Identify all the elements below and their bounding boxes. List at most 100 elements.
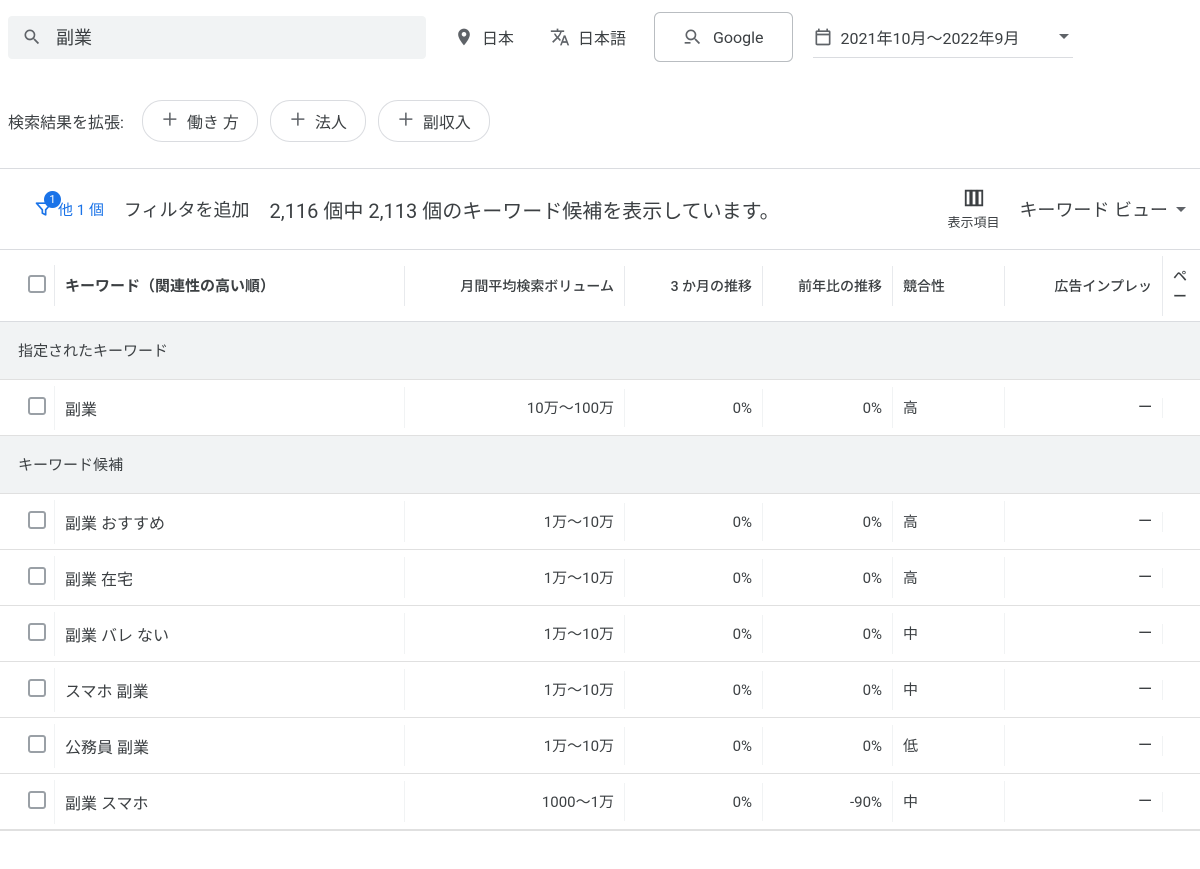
select-all-checkbox[interactable] bbox=[28, 275, 46, 293]
td-trend3m: 0% bbox=[624, 615, 762, 653]
td-page bbox=[1162, 568, 1200, 588]
td-page bbox=[1162, 792, 1200, 812]
td-page bbox=[1162, 736, 1200, 756]
columns-icon bbox=[961, 187, 987, 209]
td-competition: 中 bbox=[892, 613, 1004, 654]
th-checkbox bbox=[0, 265, 54, 307]
row-checkbox[interactable] bbox=[28, 623, 46, 641]
td-yoy: 0% bbox=[762, 503, 892, 541]
row-checkbox[interactable] bbox=[28, 679, 46, 697]
td-yoy: 0% bbox=[762, 559, 892, 597]
td-volume: 1万～10万 bbox=[404, 725, 624, 766]
td-checkbox bbox=[0, 781, 54, 823]
td-competition: 低 bbox=[892, 725, 1004, 766]
td-keyword: 副業 スマホ bbox=[54, 780, 404, 824]
td-checkbox bbox=[0, 613, 54, 655]
td-adimp: — bbox=[1004, 557, 1162, 598]
table-row[interactable]: スマホ 副業1万～10万0%0%中— bbox=[0, 662, 1200, 718]
date-range-label: 2021年10月～2022年9月 bbox=[841, 25, 1020, 49]
table-row[interactable]: 副業10万～100万0%0%高— bbox=[0, 380, 1200, 436]
td-yoy: 0% bbox=[762, 615, 892, 653]
td-keyword: 副業 バレ ない bbox=[54, 612, 404, 656]
td-checkbox bbox=[0, 725, 54, 767]
th-competition[interactable]: 競合性 bbox=[892, 266, 1004, 306]
td-page bbox=[1162, 398, 1200, 418]
td-keyword: 副業 おすすめ bbox=[54, 500, 404, 544]
table-header: キーワード（関連性の高い順） 月間平均検索ボリューム 3 か月の推移 前年比の推… bbox=[0, 250, 1200, 322]
location-chip[interactable]: 日本 bbox=[446, 19, 522, 55]
td-adimp: — bbox=[1004, 613, 1162, 654]
td-trend3m: 0% bbox=[624, 559, 762, 597]
filter-button[interactable]: 1 他 1 個 bbox=[34, 199, 104, 220]
td-page bbox=[1162, 512, 1200, 532]
td-trend3m: 0% bbox=[624, 503, 762, 541]
th-page[interactable]: ペー bbox=[1162, 256, 1200, 316]
td-keyword: 公務員 副業 bbox=[54, 724, 404, 768]
filter-more-label: 他 1 個 bbox=[58, 199, 104, 220]
td-checkbox bbox=[0, 669, 54, 711]
td-volume: 10万～100万 bbox=[404, 387, 624, 428]
view-select[interactable]: キーワード ビュー bbox=[1020, 196, 1186, 222]
table-row[interactable]: 副業 バレ ない1万～10万0%0%中— bbox=[0, 606, 1200, 662]
language-chip[interactable]: 日本語 bbox=[542, 19, 634, 55]
search-input[interactable] bbox=[54, 26, 412, 49]
expand-chip[interactable]: ＋副収入 bbox=[378, 100, 490, 142]
td-volume: 1000～1万 bbox=[404, 781, 624, 822]
td-volume: 1万～10万 bbox=[404, 613, 624, 654]
td-adimp: — bbox=[1004, 725, 1162, 766]
expand-chip[interactable]: ＋ 働き 方 bbox=[142, 100, 258, 142]
th-adimp[interactable]: 広告インプレッ bbox=[1004, 266, 1162, 306]
row-checkbox[interactable] bbox=[28, 735, 46, 753]
td-checkbox bbox=[0, 387, 54, 429]
td-keyword: 副業 在宅 bbox=[54, 556, 404, 600]
row-checkbox[interactable] bbox=[28, 791, 46, 809]
chip-label: 働き 方 bbox=[187, 109, 239, 133]
td-adimp: — bbox=[1004, 669, 1162, 710]
table-row[interactable]: 公務員 副業1万～10万0%0%低— bbox=[0, 718, 1200, 774]
td-competition: 高 bbox=[892, 501, 1004, 542]
network-chip[interactable]: Google bbox=[654, 12, 793, 62]
table-row[interactable]: 副業 おすすめ1万～10万0%0%高— bbox=[0, 494, 1200, 550]
td-adimp: — bbox=[1004, 501, 1162, 542]
th-trend3m[interactable]: 3 か月の推移 bbox=[624, 266, 762, 306]
chevron-down-icon bbox=[1176, 207, 1186, 212]
language-label: 日本語 bbox=[578, 25, 626, 49]
filter-badge: 1 bbox=[44, 191, 61, 208]
section-ideas: キーワード候補 bbox=[0, 436, 1200, 494]
td-yoy: 0% bbox=[762, 389, 892, 427]
td-checkbox bbox=[0, 557, 54, 599]
td-page bbox=[1162, 624, 1200, 644]
chip-label: 法人 bbox=[315, 109, 347, 133]
row-checkbox[interactable] bbox=[28, 511, 46, 529]
row-checkbox[interactable] bbox=[28, 397, 46, 415]
th-keyword[interactable]: キーワード（関連性の高い順） bbox=[54, 265, 404, 306]
td-yoy: -90% bbox=[762, 783, 892, 821]
row-checkbox[interactable] bbox=[28, 567, 46, 585]
add-filter-button[interactable]: フィルタを追加 bbox=[124, 196, 250, 222]
date-range-chip[interactable]: 2021年10月～2022年9月 bbox=[813, 17, 1074, 58]
td-competition: 高 bbox=[892, 387, 1004, 428]
chevron-down-icon bbox=[1059, 34, 1069, 39]
plus-icon: ＋ bbox=[289, 112, 307, 130]
expand-label: 検索結果を拡張: bbox=[8, 109, 124, 133]
th-yoy[interactable]: 前年比の推移 bbox=[762, 266, 892, 306]
plus-icon: ＋ bbox=[161, 112, 179, 130]
td-volume: 1万～10万 bbox=[404, 501, 624, 542]
td-volume: 1万～10万 bbox=[404, 669, 624, 710]
td-competition: 高 bbox=[892, 557, 1004, 598]
keyword-search[interactable] bbox=[8, 16, 426, 59]
expand-results-row: 検索結果を拡張: ＋ 働き 方 ＋ 法人 ＋副収入 bbox=[0, 74, 1200, 169]
calendar-icon bbox=[813, 27, 833, 47]
th-volume[interactable]: 月間平均検索ボリューム bbox=[404, 266, 624, 306]
location-icon bbox=[454, 27, 474, 47]
td-trend3m: 0% bbox=[624, 389, 762, 427]
view-label: キーワード ビュー bbox=[1020, 196, 1168, 222]
network-icon bbox=[683, 27, 703, 47]
table-row[interactable]: 副業 スマホ1000～1万0%-90%中— bbox=[0, 774, 1200, 830]
table-row[interactable]: 副業 在宅1万～10万0%0%高— bbox=[0, 550, 1200, 606]
columns-button[interactable]: 表示項目 bbox=[948, 187, 1000, 231]
results-toolbar: 1 他 1 個 フィルタを追加 2,116 個中 2,113 個のキーワード候補… bbox=[0, 169, 1200, 250]
location-label: 日本 bbox=[482, 25, 514, 49]
results-summary: 2,116 個中 2,113 個のキーワード候補を表示しています。 bbox=[270, 195, 780, 224]
expand-chip[interactable]: ＋ 法人 bbox=[270, 100, 366, 142]
